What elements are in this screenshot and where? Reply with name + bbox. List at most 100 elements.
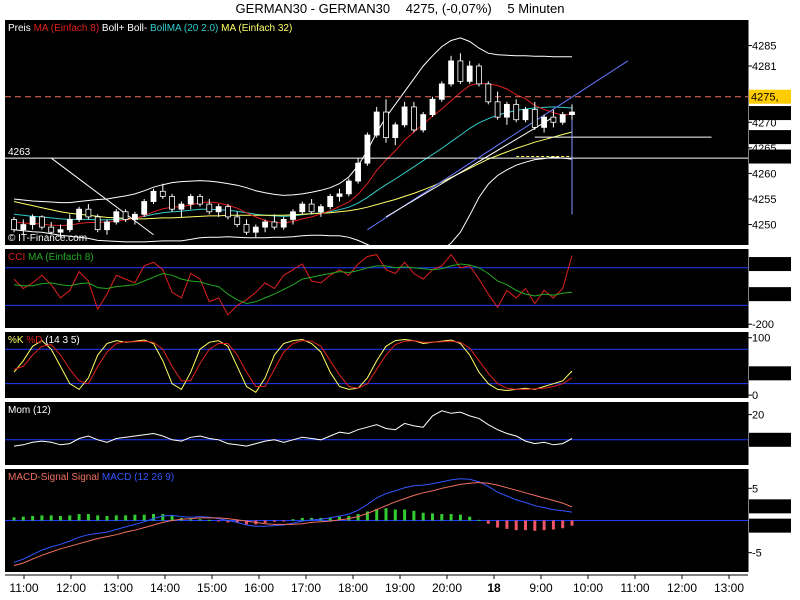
histogram-bar [375,508,379,521]
time-tick-label: 12:00 [667,581,697,595]
panel-mom: Mom (12) 20 1 [5,402,791,465]
candle-body [392,124,399,139]
time-tick-label: 10:00 [573,581,603,595]
time-tick-label: 13:00 [103,581,133,595]
histogram-bar [217,520,221,522]
histogram-bar [514,520,518,531]
candle-body [327,196,334,208]
legend-entry[interactable]: (14 3 5) [42,335,79,346]
value-badge-label: -29,664 [751,289,788,301]
candle-body [420,114,427,131]
candle-body [383,111,389,139]
candle-body [531,109,538,128]
legend-entry[interactable]: MACD-Signal [8,472,69,483]
chart-canvas[interactable]: Preis MA (Einfach 8) Boll+ Boll- BollMA … [0,0,800,600]
candle-body [122,211,129,220]
candle-body [569,111,575,116]
histogram-bar [449,514,453,521]
legend-entry[interactable]: Boll+ Boll- [99,23,147,34]
histogram-bar [96,515,100,521]
axis-tick-label: 20 [752,410,764,422]
legend-entry[interactable]: MACD [99,472,131,483]
candle-body [271,221,278,228]
panel-background [5,402,748,465]
time-tick-label: 17:00 [291,581,321,595]
histogram-bar [300,517,304,521]
histogram-bar [440,514,444,521]
histogram-bar [561,520,565,529]
panel-legend: %K %D (14 3 5) [8,335,80,346]
axis-tick-label: 4281 [752,61,776,73]
legend-entry[interactable]: %D [24,335,43,346]
candle-body [57,229,64,233]
legend-entry[interactable]: %K [8,335,24,346]
histogram-bar [133,514,137,521]
time-tick-label: 18 [487,581,501,595]
candle-body [150,190,157,202]
histogram-bar [524,520,527,531]
candle-body [429,98,436,116]
histogram-bar [393,509,397,521]
time-tick-label: 20:00 [432,581,462,595]
candle-body [457,60,464,82]
candle-body [559,114,566,123]
legend-entry[interactable]: Mom (12) [8,405,51,416]
legend-entry[interactable]: MA (Einfach 8) [25,252,93,263]
candle-body [494,101,501,118]
candle-body [252,226,259,233]
histogram-bar [570,520,574,526]
histogram-bar [68,515,72,521]
candle-body [178,203,185,210]
histogram-bar [31,515,35,521]
histogram-bar [431,513,434,521]
value-badge-label: -0,7668 [751,521,788,533]
time-tick-label: 11:00 [9,581,38,595]
candle-body [438,83,445,100]
candle-body [513,103,520,121]
candle-body [113,211,120,223]
candle-body [39,216,45,228]
histogram-bar [272,520,276,522]
histogram-bar [142,514,146,521]
panel-stoch: %K %D (14 3 5) 100 0 41,642 [5,332,791,402]
legend-entry[interactable]: Preis [8,23,31,34]
value-badge-label: 2,0676 [751,501,785,513]
candle-body [448,60,455,85]
histogram-bar [77,514,81,521]
histogram-bar [458,514,462,521]
histogram-bar [59,515,62,521]
legend-entry[interactable]: CCI [8,252,25,263]
candle-body [104,221,110,231]
candle-body [299,203,306,213]
histogram-bar [21,516,25,521]
histogram-bar [533,520,537,531]
time-tick-label: 11:00 [620,581,649,595]
legend-entry[interactable]: Signal [69,472,100,483]
candle-body [476,65,482,85]
value-badge-label: 4271,8 [751,108,785,120]
value-badge-label: 1 [751,435,757,447]
candle-body [94,216,101,231]
time-tick-label: 15:00 [197,581,227,595]
candle-body [522,109,529,121]
histogram-bar [170,515,174,521]
legend-entry[interactable]: MA (Einfach 32) [218,23,292,34]
histogram-bar [282,520,286,522]
candle-body [280,219,287,228]
candle-body [466,65,473,82]
legend-entry[interactable]: BollMA (20 2.0) [147,23,218,34]
candle-body [224,206,231,218]
candle-body [355,162,362,182]
candle-body [197,196,203,205]
time-tick-label: 14:00 [150,581,180,595]
histogram-bar [86,514,90,521]
legend-entry[interactable]: (12 26 9) [131,472,174,483]
panel-price: Preis MA (Einfach 8) Boll+ Boll- BollMA … [5,20,791,256]
legend-entry[interactable]: MA (Einfach 8) [31,23,99,34]
axis-tick-label: 5 [752,483,758,495]
candle-body [66,219,73,231]
panel-legend: Preis MA (Einfach 8) Boll+ Boll- BollMA … [8,23,292,34]
value-badge-label: 41,642 [751,368,785,380]
candle-body [206,203,213,213]
histogram-bar [551,520,555,530]
